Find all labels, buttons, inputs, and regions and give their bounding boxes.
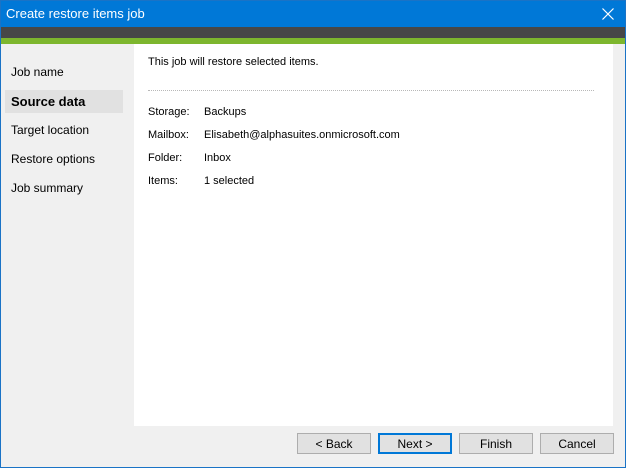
field-label: Items:	[148, 175, 178, 187]
divider	[148, 90, 594, 91]
step-source-data[interactable]: Source data	[5, 90, 123, 113]
content-panel: This job will restore selected items. St…	[134, 44, 613, 426]
header-banner-dark	[1, 27, 625, 38]
field-label: Folder:	[148, 152, 183, 164]
intro-text: This job will restore selected items.	[148, 56, 319, 68]
cancel-button[interactable]: Cancel	[540, 433, 614, 454]
dialog-window: Create restore items job Job name Source…	[0, 0, 626, 468]
field-value: Backups	[204, 106, 247, 118]
close-icon	[602, 8, 614, 20]
step-restore-options[interactable]: Restore options	[5, 148, 123, 171]
step-job-summary[interactable]: Job summary	[5, 177, 123, 200]
title-bar: Create restore items job	[1, 1, 625, 27]
field-label: Storage:	[148, 106, 190, 118]
field-value: 1 selected	[204, 175, 255, 187]
wizard-steps-sidebar: Job name Source data Target location Res…	[1, 44, 134, 426]
step-job-name[interactable]: Job name	[5, 61, 123, 84]
window-title: Create restore items job	[6, 6, 145, 21]
close-button[interactable]	[591, 1, 625, 27]
finish-button[interactable]: Finish	[459, 433, 533, 454]
field-value: Inbox	[204, 152, 231, 164]
field-label: Mailbox:	[148, 129, 189, 141]
step-target-location[interactable]: Target location	[5, 119, 123, 142]
next-button[interactable]: Next >	[378, 433, 452, 454]
field-value: Elisabeth@alphasuites.onmicrosoft.com	[204, 129, 400, 141]
back-button[interactable]: < Back	[297, 433, 371, 454]
